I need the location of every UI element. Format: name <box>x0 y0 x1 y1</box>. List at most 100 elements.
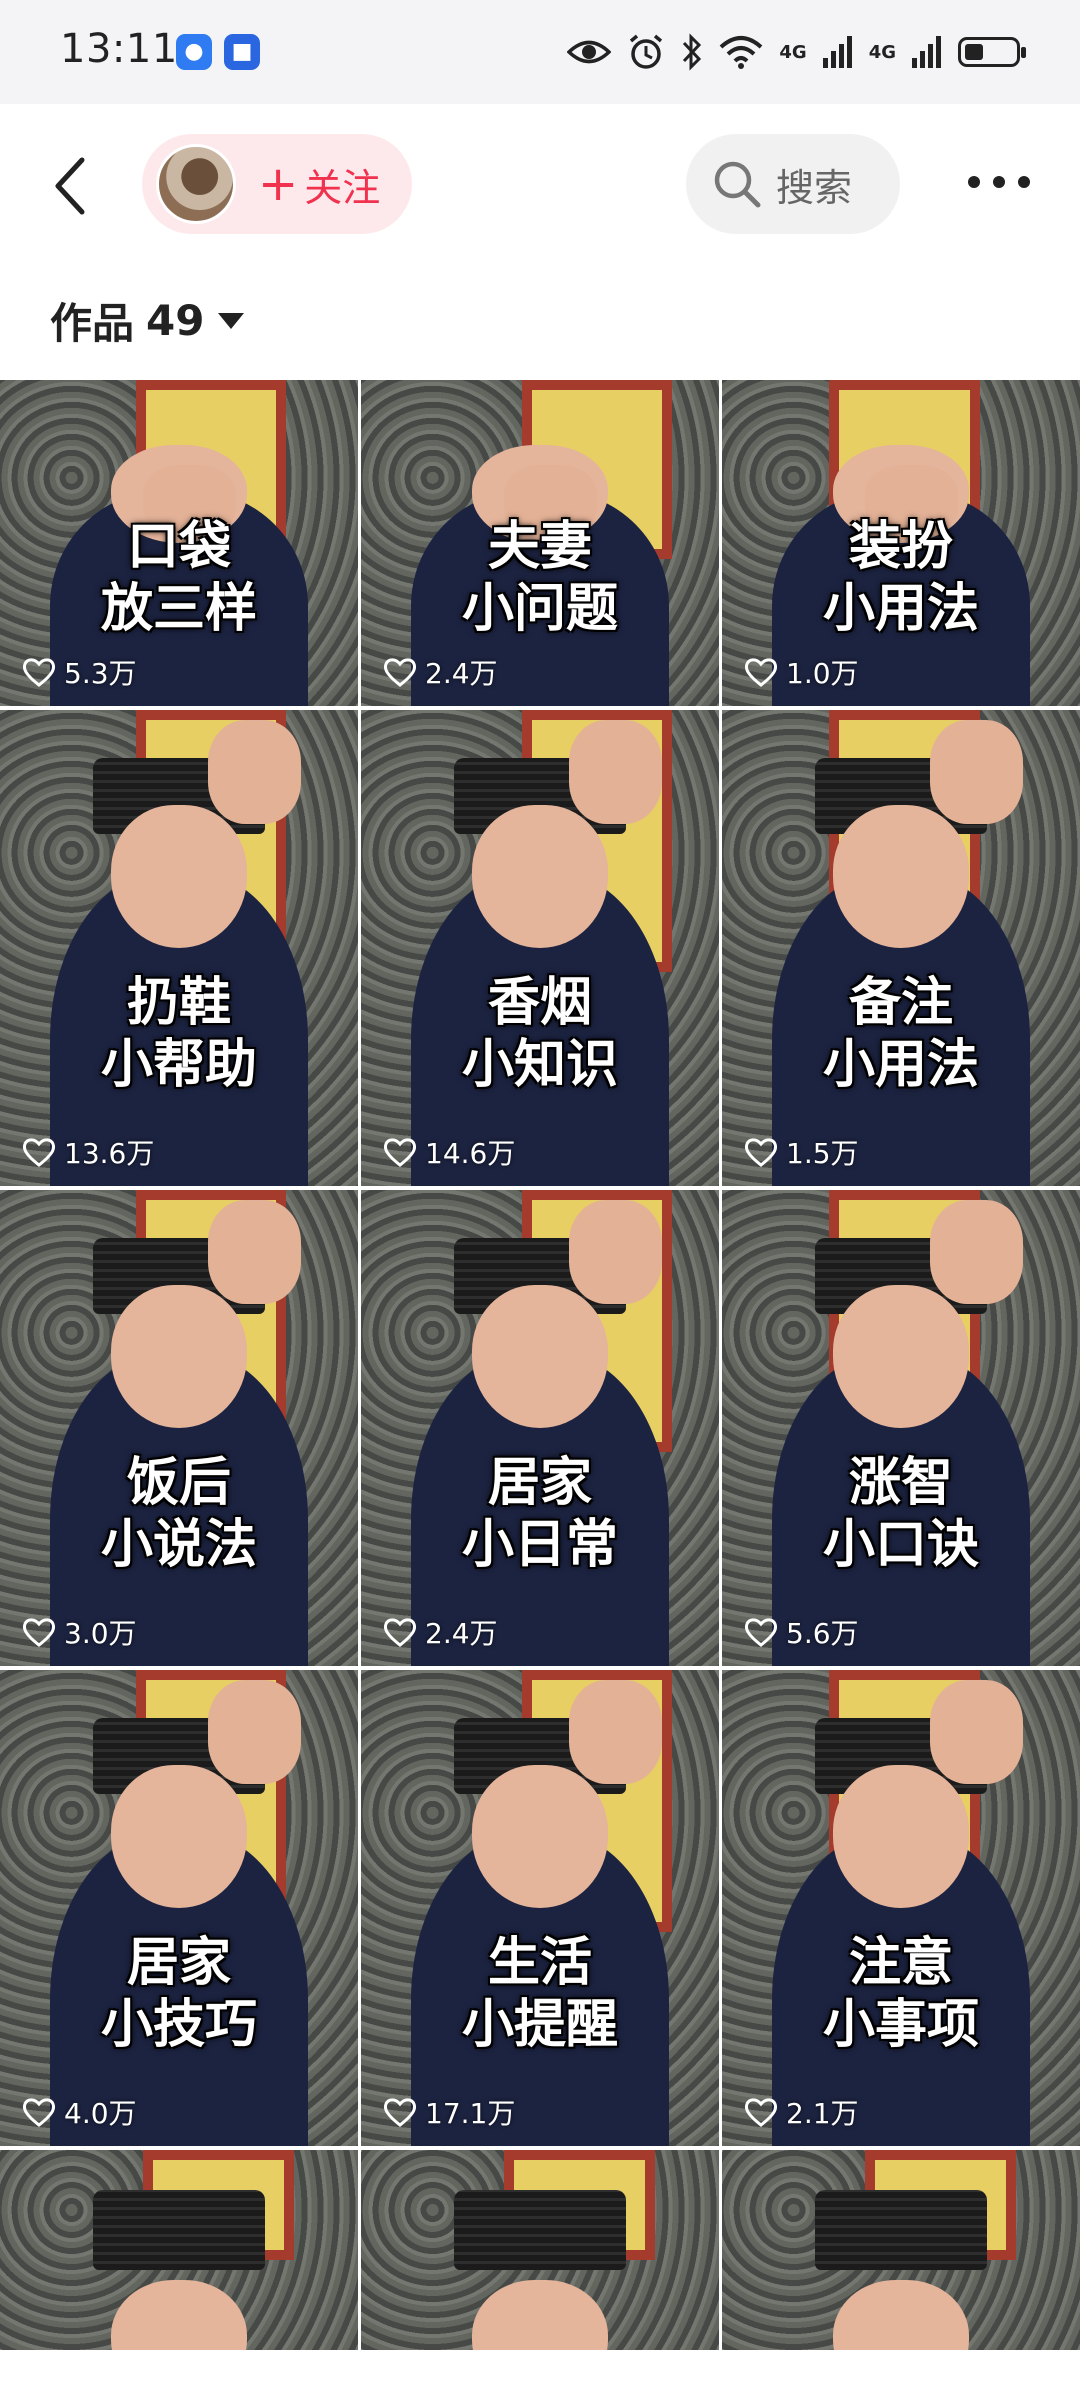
likes-count: 2.4万 <box>383 652 498 692</box>
heart-icon <box>22 1138 56 1167</box>
app-notification-icon-2: ■ <box>224 34 260 70</box>
likes-value: 13.6万 <box>64 1137 155 1170</box>
video-tile[interactable]: 香烟 小知识 14.6万 <box>361 710 719 1186</box>
avatar[interactable] <box>156 144 236 224</box>
video-tile[interactable]: 居家 小技巧 4.0万 <box>0 1670 358 2146</box>
likes-value: 17.1万 <box>425 2097 516 2130</box>
status-time: 13:11 <box>60 26 178 72</box>
video-tile-partial[interactable] <box>722 2150 1080 2350</box>
heart-icon <box>383 1138 417 1167</box>
battery-icon <box>958 37 1026 67</box>
heart-icon <box>22 2098 56 2127</box>
follow-label: 关注 <box>304 165 381 210</box>
works-filter[interactable]: 作品 49 <box>50 290 245 351</box>
video-tile-partial[interactable] <box>361 2150 719 2350</box>
profile-header: + 关注 搜索 <box>0 104 1080 264</box>
bluetooth-icon <box>683 33 702 71</box>
video-tile[interactable]: 备注 小用法 1.5万 <box>722 710 1080 1186</box>
caption-line-2: 小日常 <box>461 1514 618 1575</box>
video-tile[interactable]: 生活 小提醒 17.1万 <box>361 1670 719 2146</box>
network-type-1: 4G <box>779 41 807 63</box>
face <box>471 805 608 948</box>
hand <box>568 1199 662 1305</box>
likes-value: 5.6万 <box>786 1617 859 1650</box>
heart-icon <box>22 658 56 687</box>
caret-down-icon <box>218 312 245 329</box>
face <box>471 1765 608 1908</box>
likes-value: 3.0万 <box>64 1617 137 1650</box>
signal-icon-2 <box>912 36 941 68</box>
caption-line-2: 小用法 <box>822 1034 979 1095</box>
caption-line-1: 居家 <box>126 1932 231 1993</box>
hand <box>929 1199 1023 1305</box>
caption-line-1: 涨智 <box>848 1452 953 1513</box>
caption-line-1: 注意 <box>848 1932 953 1993</box>
video-grid: 口袋 放三样 5.3万 夫妻 小问题 2.4万 装扮 小用法 1.0万 扔鞋 小帮助 13.6万 香烟小… <box>0 380 1080 2350</box>
wifi-icon <box>720 36 763 69</box>
caption-line-2: 小说法 <box>100 1514 257 1575</box>
video-tile[interactable]: 居家 小日常 2.4万 <box>361 1190 719 1666</box>
hand <box>207 719 301 825</box>
hand <box>929 719 1023 825</box>
likes-count: 13.6万 <box>22 1132 154 1172</box>
search-button[interactable]: 搜索 <box>686 134 900 234</box>
caption-line-1: 备注 <box>848 972 953 1033</box>
likes-count: 17.1万 <box>383 2092 515 2132</box>
video-tile[interactable]: 涨智 小口诀 5.6万 <box>722 1190 1080 1666</box>
caption-line-1: 口袋 <box>126 516 231 577</box>
plus-icon: + <box>258 156 299 212</box>
signal-icon <box>822 36 852 68</box>
heart-icon <box>744 1138 778 1167</box>
hand <box>568 1679 662 1785</box>
video-tile[interactable]: 口袋 放三样 5.3万 <box>0 380 358 706</box>
hand <box>207 1199 301 1305</box>
status-bar: 13:11 ● ■ 4G 4G <box>0 0 1080 104</box>
search-icon <box>714 161 761 208</box>
caption-line-2: 小技巧 <box>100 1994 257 2055</box>
works-count: 49 <box>146 296 205 345</box>
video-tile[interactable]: 扔鞋 小帮助 13.6万 <box>0 710 358 1186</box>
more-dots-icon[interactable] <box>964 168 1034 198</box>
heart-icon <box>22 1618 56 1647</box>
face <box>832 1765 969 1908</box>
video-tile[interactable]: 注意 小事项 2.1万 <box>722 1670 1080 2146</box>
hand <box>929 1679 1023 1785</box>
caption-line-1: 饭后 <box>126 1452 231 1513</box>
heart-icon <box>383 1618 417 1647</box>
caption-line-2: 放三样 <box>100 578 257 639</box>
works-label: 作品 <box>50 299 135 348</box>
likes-value: 2.4万 <box>425 1617 498 1650</box>
follow-button[interactable]: + 关注 <box>142 134 412 234</box>
caption-line-1: 居家 <box>487 1452 592 1513</box>
back-arrow-icon[interactable] <box>48 154 96 218</box>
likes-count: 3.0万 <box>22 1612 137 1652</box>
likes-count: 4.0万 <box>22 2092 137 2132</box>
heart-icon <box>744 1618 778 1647</box>
caption-line-2: 小口诀 <box>822 1514 979 1575</box>
likes-value: 4.0万 <box>64 2097 137 2130</box>
network-type-2: 4G <box>868 41 896 63</box>
hat <box>454 2190 626 2270</box>
heart-icon <box>744 2098 778 2127</box>
caption-line-1: 扔鞋 <box>126 972 231 1033</box>
hat <box>815 2190 987 2270</box>
video-tile[interactable]: 装扮 小用法 1.0万 <box>722 380 1080 706</box>
likes-value: 5.3万 <box>64 657 137 690</box>
face <box>110 805 247 948</box>
caption-line-2: 小事项 <box>822 1994 979 2055</box>
caption-line-1: 生活 <box>487 1932 592 1993</box>
face <box>832 805 969 948</box>
hand <box>207 1679 301 1785</box>
caption-line-1: 夫妻 <box>487 516 592 577</box>
video-tile-partial[interactable] <box>0 2150 358 2350</box>
video-tile[interactable]: 夫妻 小问题 2.4万 <box>361 380 719 706</box>
caption-line-1: 装扮 <box>848 516 953 577</box>
hat <box>93 2190 265 2270</box>
face <box>832 1285 969 1428</box>
face <box>110 1285 247 1428</box>
heart-icon <box>383 658 417 687</box>
likes-value: 1.0万 <box>786 657 859 690</box>
video-tile[interactable]: 饭后 小说法 3.0万 <box>0 1190 358 1666</box>
caption-line-2: 小提醒 <box>461 1994 618 2055</box>
heart-icon <box>744 658 778 687</box>
